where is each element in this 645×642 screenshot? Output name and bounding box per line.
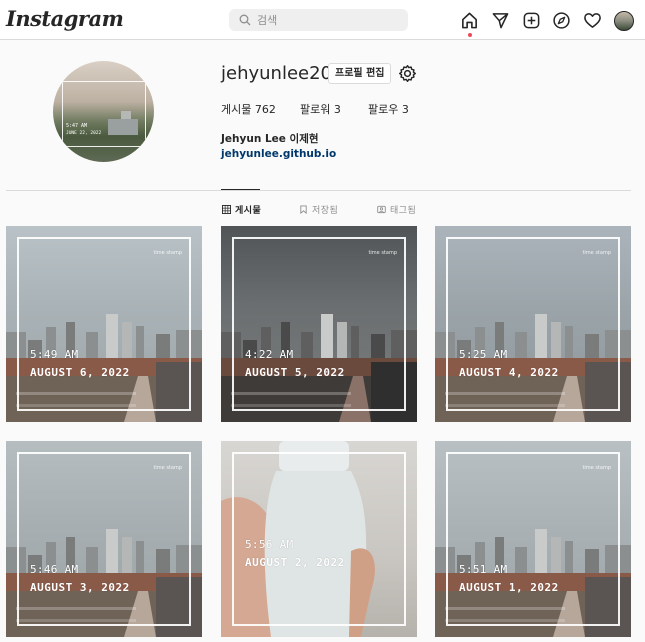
- post-time: 5:56 AM: [245, 538, 294, 551]
- search-input[interactable]: [257, 13, 397, 27]
- timestamp-watermark: time stamp: [153, 250, 182, 256]
- post-time: 4:22 AM: [245, 348, 294, 361]
- timestamp-watermark: time stamp: [582, 465, 611, 471]
- edit-profile-button[interactable]: 프로필 편집: [328, 63, 392, 84]
- post-date: AUGUST 4, 2022: [459, 366, 559, 379]
- search-icon: [239, 14, 251, 26]
- grid-icon: [222, 205, 231, 214]
- avatar-date: JUNE 22, 2022: [66, 131, 102, 136]
- post-time: 5:49 AM: [30, 348, 79, 361]
- profile-website-link[interactable]: jehyunlee.github.io: [221, 148, 336, 160]
- new-post-icon[interactable]: [521, 10, 542, 31]
- photo-frame-border: [446, 452, 620, 626]
- profile-full-name: Jehyun Lee 이제현: [221, 133, 319, 145]
- post-thumbnail[interactable]: time stamp 5:46 AM AUGUST 3, 2022: [6, 441, 202, 637]
- following-stat[interactable]: 팔로우 3: [368, 101, 409, 117]
- settings-gear-icon[interactable]: [398, 64, 417, 83]
- timestamp-watermark: time stamp: [368, 250, 397, 256]
- post-date: AUGUST 3, 2022: [30, 581, 130, 594]
- search-box[interactable]: [229, 9, 408, 31]
- post-date: AUGUST 6, 2022: [30, 366, 130, 379]
- home-icon[interactable]: [459, 10, 480, 37]
- instagram-logo[interactable]: Instagram: [6, 6, 124, 31]
- explore-icon[interactable]: [551, 10, 572, 31]
- tagged-icon: [377, 205, 386, 214]
- post-time: 5:46 AM: [30, 563, 79, 576]
- profile-picture[interactable]: 5:47 AM JUNE 22, 2022: [53, 61, 154, 162]
- avatar-time: 5:47 AM: [66, 123, 88, 129]
- post-thumbnail[interactable]: time stamp 4:22 AM AUGUST 5, 2022: [221, 226, 417, 422]
- posts-stat: 게시물 762: [221, 103, 276, 116]
- notification-dot: [468, 33, 472, 37]
- top-navigation-bar: Instagram: [0, 0, 645, 40]
- post-date: AUGUST 1, 2022: [459, 581, 559, 594]
- photo-frame-border: [446, 237, 620, 411]
- followers-stat[interactable]: 팔로워 3: [300, 101, 341, 117]
- timestamp-watermark: time stamp: [153, 465, 182, 471]
- post-date: AUGUST 5, 2022: [245, 366, 345, 379]
- bookmark-icon: [300, 205, 307, 214]
- post-thumbnail[interactable]: 5:56 AM AUGUST 2, 2022: [221, 441, 417, 637]
- post-date: AUGUST 2, 2022: [245, 556, 345, 569]
- avatar: [613, 10, 634, 31]
- photo-frame-border: [232, 237, 406, 411]
- direct-icon[interactable]: [490, 10, 511, 31]
- tab-tagged[interactable]: 태그됨: [377, 203, 416, 216]
- profile-avatar[interactable]: [613, 10, 634, 31]
- photo-frame-border: [17, 237, 191, 411]
- activity-heart-icon[interactable]: [582, 10, 603, 31]
- post-time: 5:25 AM: [459, 348, 508, 361]
- active-tab-indicator: [221, 189, 260, 190]
- post-thumbnail[interactable]: time stamp 5:51 AM AUGUST 1, 2022: [435, 441, 631, 637]
- photo-frame-border: [17, 452, 191, 626]
- tabs-divider: [6, 190, 631, 191]
- timestamp-watermark: time stamp: [582, 250, 611, 256]
- tab-posts[interactable]: 게시물: [222, 203, 261, 216]
- post-thumbnail[interactable]: time stamp 5:49 AM AUGUST 6, 2022: [6, 226, 202, 422]
- profile-username: jehyunlee20: [221, 63, 333, 84]
- post-time: 5:51 AM: [459, 563, 508, 576]
- tab-saved[interactable]: 저장됨: [299, 203, 338, 216]
- post-thumbnail[interactable]: time stamp 5:25 AM AUGUST 4, 2022: [435, 226, 631, 422]
